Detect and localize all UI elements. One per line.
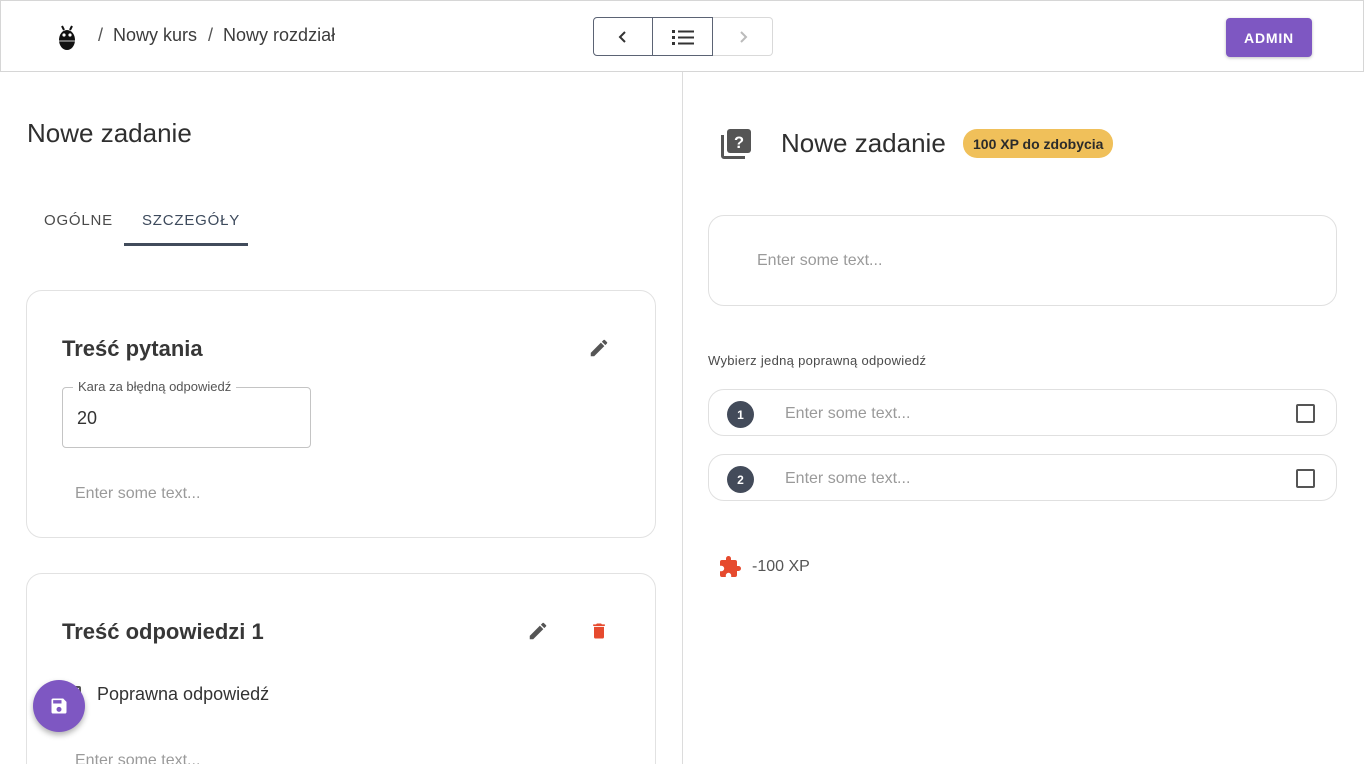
edit-question-button[interactable] xyxy=(587,336,611,360)
previous-button[interactable] xyxy=(593,17,653,56)
answer-editor[interactable]: Enter some text... xyxy=(75,752,200,764)
answer-card-title: Treść odpowiedzi 1 xyxy=(62,619,264,644)
chevron-left-icon xyxy=(618,30,626,43)
task-navigation xyxy=(593,17,773,56)
top-bar: / Nowy kurs / Nowy rozdział ADMIN xyxy=(0,0,1364,72)
bug-icon[interactable] xyxy=(57,23,77,51)
admin-button[interactable]: ADMIN xyxy=(1226,18,1312,57)
penalty-field-value[interactable]: 20 xyxy=(77,408,97,429)
breadcrumb-chapter[interactable]: Nowy rozdział xyxy=(223,25,335,46)
xp-badge: 100 XP do zdobycia xyxy=(963,129,1114,158)
save-button[interactable] xyxy=(33,680,85,732)
answer-checkbox[interactable] xyxy=(1296,469,1315,488)
correct-answer-row: Poprawna odpowiedź xyxy=(63,684,269,705)
task-list-button[interactable] xyxy=(653,17,713,56)
answer-number: 1 xyxy=(727,401,754,428)
pencil-icon xyxy=(529,622,547,640)
breadcrumb-separator: / xyxy=(98,25,104,45)
active-tab-indicator xyxy=(124,243,248,246)
penalty-field-label: Kara za błędną odpowiedź xyxy=(73,379,237,394)
breadcrumb-course[interactable]: Nowy kurs xyxy=(113,25,197,46)
answer-option-text: Enter some text... xyxy=(785,470,911,487)
delete-answer-button[interactable] xyxy=(587,619,611,643)
question-card: Treść pytania Kara za błędną odpowiedź 2… xyxy=(26,290,656,538)
answer-card: Treść odpowiedzi 1 Poprawna odpowiedź En… xyxy=(26,573,656,764)
preview-title: Nowe zadanie xyxy=(781,128,946,158)
pencil-icon xyxy=(590,339,608,357)
breadcrumb: / Nowy kurs / Nowy rozdział xyxy=(98,25,346,46)
svg-text:?: ? xyxy=(734,134,744,152)
panel-divider xyxy=(682,72,683,764)
question-editor[interactable]: Enter some text... xyxy=(75,485,200,503)
edit-answer-button[interactable] xyxy=(526,619,550,643)
save-icon xyxy=(51,698,67,714)
answer-option[interactable]: 2 Enter some text... xyxy=(708,454,1337,501)
puzzle-icon xyxy=(720,556,741,577)
answer-option-text: Enter some text... xyxy=(785,405,911,422)
correct-answer-label[interactable]: Poprawna odpowiedź xyxy=(97,684,269,705)
answer-number: 2 xyxy=(727,466,754,493)
question-card-title: Treść pytania xyxy=(62,336,203,361)
answer-checkbox[interactable] xyxy=(1296,404,1315,423)
next-button[interactable] xyxy=(713,17,773,56)
tab-general[interactable]: OGÓLNE xyxy=(44,212,113,229)
penalty-field[interactable]: Kara za błędną odpowiedź 20 xyxy=(62,379,311,448)
trash-icon xyxy=(593,623,605,639)
preview-question-text: Enter some text... xyxy=(757,252,883,269)
answer-instruction: Wybierz jedną poprawną odpowiedź xyxy=(708,353,927,368)
preview-question-box: Enter some text... xyxy=(708,215,1337,306)
breadcrumb-separator: / xyxy=(208,25,214,45)
answer-option[interactable]: 1 Enter some text... xyxy=(708,389,1337,436)
editor-title: Nowe zadanie xyxy=(27,118,192,148)
list-icon xyxy=(671,29,694,45)
question-library-icon: ? xyxy=(721,129,751,159)
tab-details[interactable]: SZCZEGÓŁY xyxy=(142,212,240,229)
penalty-indicator: -100 XP xyxy=(718,555,810,579)
penalty-text: -100 XP xyxy=(752,558,810,575)
chevron-right-icon xyxy=(739,30,747,43)
